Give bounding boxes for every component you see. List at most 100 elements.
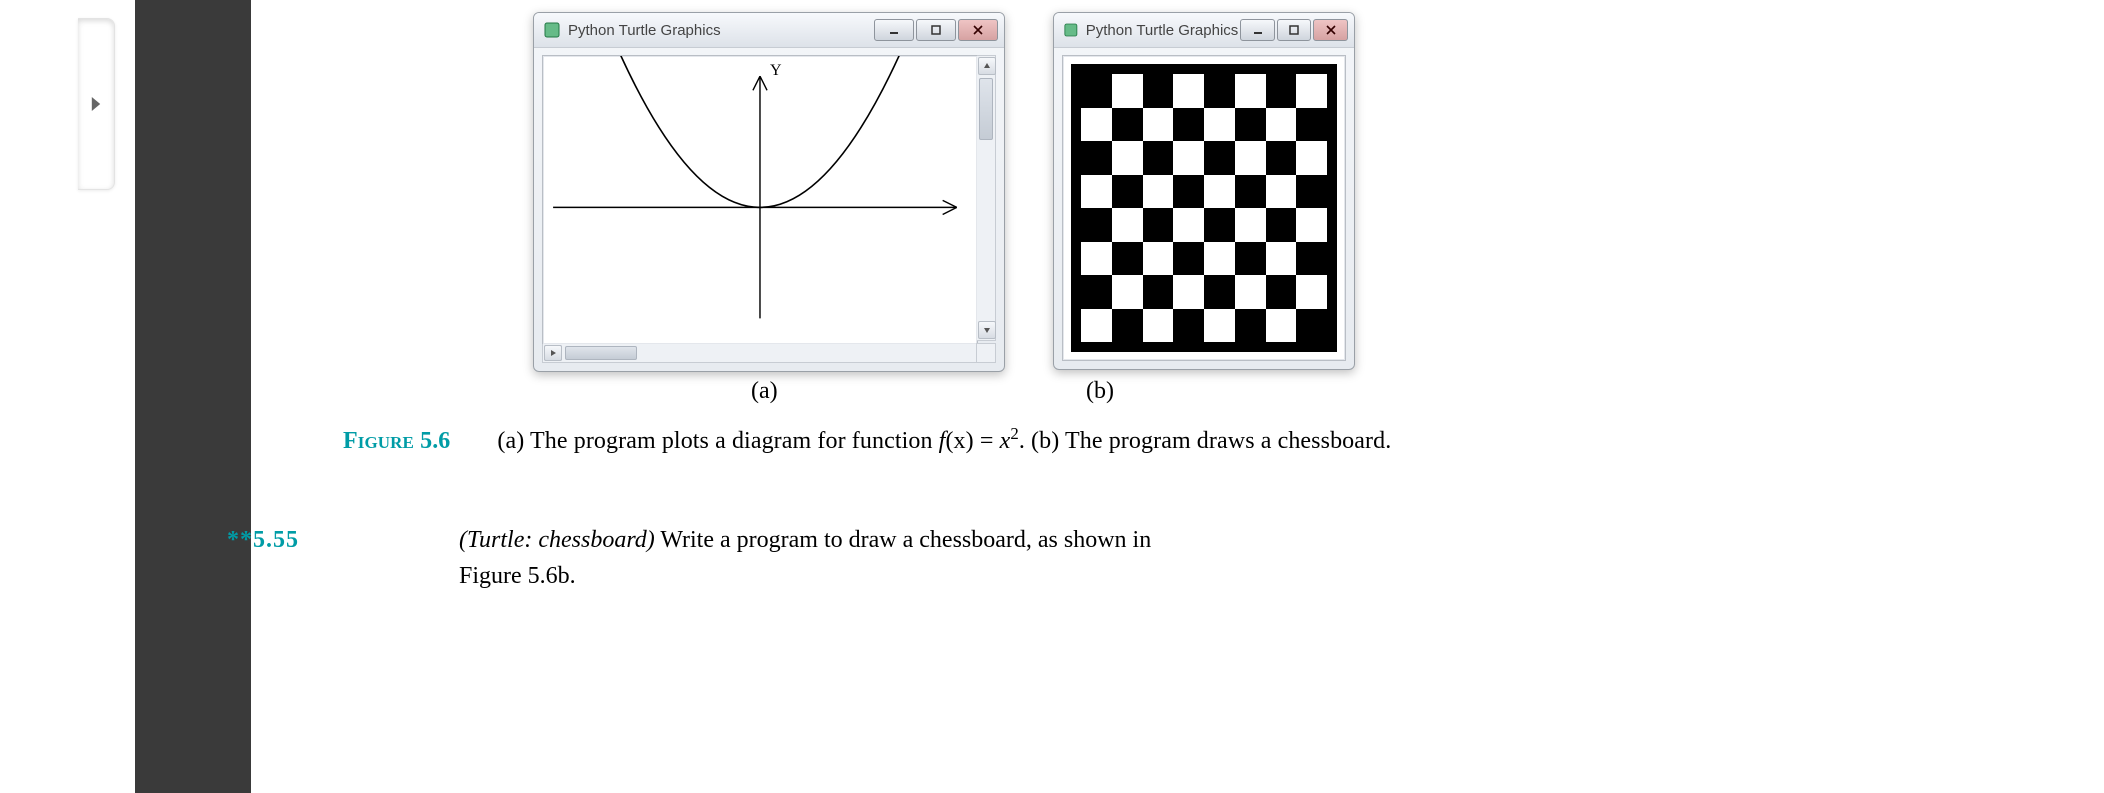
caption-text-1: (a) The program plots a diagram for func…	[497, 428, 938, 454]
chess-square	[1143, 108, 1174, 142]
chess-square	[1296, 175, 1327, 209]
chess-square	[1112, 141, 1143, 175]
chess-square	[1235, 175, 1266, 209]
exercise-block: **5.55 (Turtle: chessboard) Write a prog…	[343, 522, 1804, 594]
chess-square	[1296, 275, 1327, 309]
window-minimize-button[interactable]	[874, 19, 914, 41]
horizontal-scrollbar[interactable]	[542, 344, 978, 363]
chess-square	[1266, 208, 1297, 242]
vertical-scrollbar[interactable]	[977, 55, 996, 341]
chess-square	[1296, 108, 1327, 142]
chess-square	[1143, 309, 1174, 343]
exercise-number: **5.55	[343, 522, 453, 558]
chess-square	[1143, 74, 1174, 108]
axis-label-y: Y	[770, 62, 782, 80]
window-close-button[interactable]	[958, 19, 998, 41]
sidebar-expand-handle[interactable]	[78, 18, 115, 190]
maximize-icon	[931, 25, 941, 35]
chess-square	[1266, 242, 1297, 276]
window-minimize-button[interactable]	[1240, 19, 1275, 41]
subfigure-label-a: (a)	[751, 378, 778, 405]
figure-caption: Figure 5.6 (a) The program plots a diagr…	[343, 423, 1391, 457]
chess-square	[1235, 108, 1266, 142]
pdf-sidebar	[135, 0, 251, 793]
chess-square	[1266, 175, 1297, 209]
equals-sign: =	[974, 428, 1000, 454]
chess-square	[1143, 208, 1174, 242]
window-maximize-button[interactable]	[1277, 19, 1312, 41]
chessboard-canvas-area	[1062, 55, 1346, 361]
chess-square	[1235, 242, 1266, 276]
exercise-body-1: Write a program to draw a chessboard, as…	[655, 527, 1151, 553]
scroll-up-button[interactable]	[978, 57, 996, 75]
chess-square	[1235, 141, 1266, 175]
chess-square	[1204, 309, 1235, 343]
plot-canvas-area: Y	[542, 55, 978, 345]
window-title: Python Turtle Graphics	[568, 22, 721, 39]
chess-square	[1143, 242, 1174, 276]
chess-square	[1081, 74, 1112, 108]
chess-square	[1266, 74, 1297, 108]
window-maximize-button[interactable]	[916, 19, 956, 41]
figure-number-label: Figure 5.6	[343, 425, 473, 457]
chess-square	[1112, 208, 1143, 242]
chevron-right-icon	[89, 97, 103, 111]
chessboard	[1071, 64, 1337, 352]
chess-square	[1235, 309, 1266, 343]
chess-square	[1266, 309, 1297, 343]
chess-square	[1235, 74, 1266, 108]
chess-square	[1143, 275, 1174, 309]
chess-square	[1081, 275, 1112, 309]
chess-square	[1235, 275, 1266, 309]
chess-square	[1173, 74, 1204, 108]
chess-square	[1081, 242, 1112, 276]
exercise-title: (Turtle: chessboard)	[459, 527, 655, 553]
chess-square	[1266, 141, 1297, 175]
chess-square	[1204, 208, 1235, 242]
chess-square	[1204, 108, 1235, 142]
close-icon	[1326, 25, 1336, 35]
window-titlebar[interactable]: Python Turtle Graphics	[534, 13, 1004, 48]
chess-square	[1235, 208, 1266, 242]
rhs-exponent: 2	[1010, 424, 1019, 443]
scroll-corner	[976, 343, 996, 363]
chess-square	[1173, 108, 1204, 142]
chess-square	[1081, 175, 1112, 209]
scroll-down-button[interactable]	[978, 321, 996, 339]
close-icon	[973, 25, 983, 35]
chess-square	[1081, 309, 1112, 343]
scroll-right-button[interactable]	[544, 345, 562, 361]
chess-square	[1112, 242, 1143, 276]
window-close-button[interactable]	[1313, 19, 1348, 41]
maximize-icon	[1289, 25, 1299, 35]
chess-square	[1204, 175, 1235, 209]
chess-square	[1112, 275, 1143, 309]
chess-square	[1112, 309, 1143, 343]
page-content: Python Turtle Graphics Y	[251, 0, 2104, 793]
minimize-icon	[1253, 25, 1263, 35]
chess-square	[1173, 275, 1204, 309]
chess-square	[1081, 141, 1112, 175]
chess-square	[1296, 309, 1327, 343]
rhs-base: x	[1000, 428, 1011, 454]
chess-square	[1143, 141, 1174, 175]
turtle-window-function-plot: Python Turtle Graphics Y	[533, 12, 1005, 372]
app-icon	[544, 22, 560, 38]
exercise-body-2: Figure 5.6b.	[459, 558, 1804, 594]
chess-square	[1143, 175, 1174, 209]
chess-square	[1296, 208, 1327, 242]
chess-square	[1081, 208, 1112, 242]
chess-square	[1173, 141, 1204, 175]
chess-square	[1204, 141, 1235, 175]
chevron-down-icon	[983, 326, 991, 334]
scroll-thumb-horizontal[interactable]	[565, 346, 637, 360]
scroll-thumb-vertical[interactable]	[979, 78, 993, 140]
function-plot-svg	[543, 56, 977, 339]
window-titlebar[interactable]: Python Turtle Graphics	[1054, 13, 1354, 48]
chess-square	[1204, 242, 1235, 276]
chess-square	[1296, 74, 1327, 108]
window-title: Python Turtle Graphics	[1086, 22, 1239, 39]
chess-square	[1266, 275, 1297, 309]
chess-square	[1173, 309, 1204, 343]
chess-square	[1173, 175, 1204, 209]
